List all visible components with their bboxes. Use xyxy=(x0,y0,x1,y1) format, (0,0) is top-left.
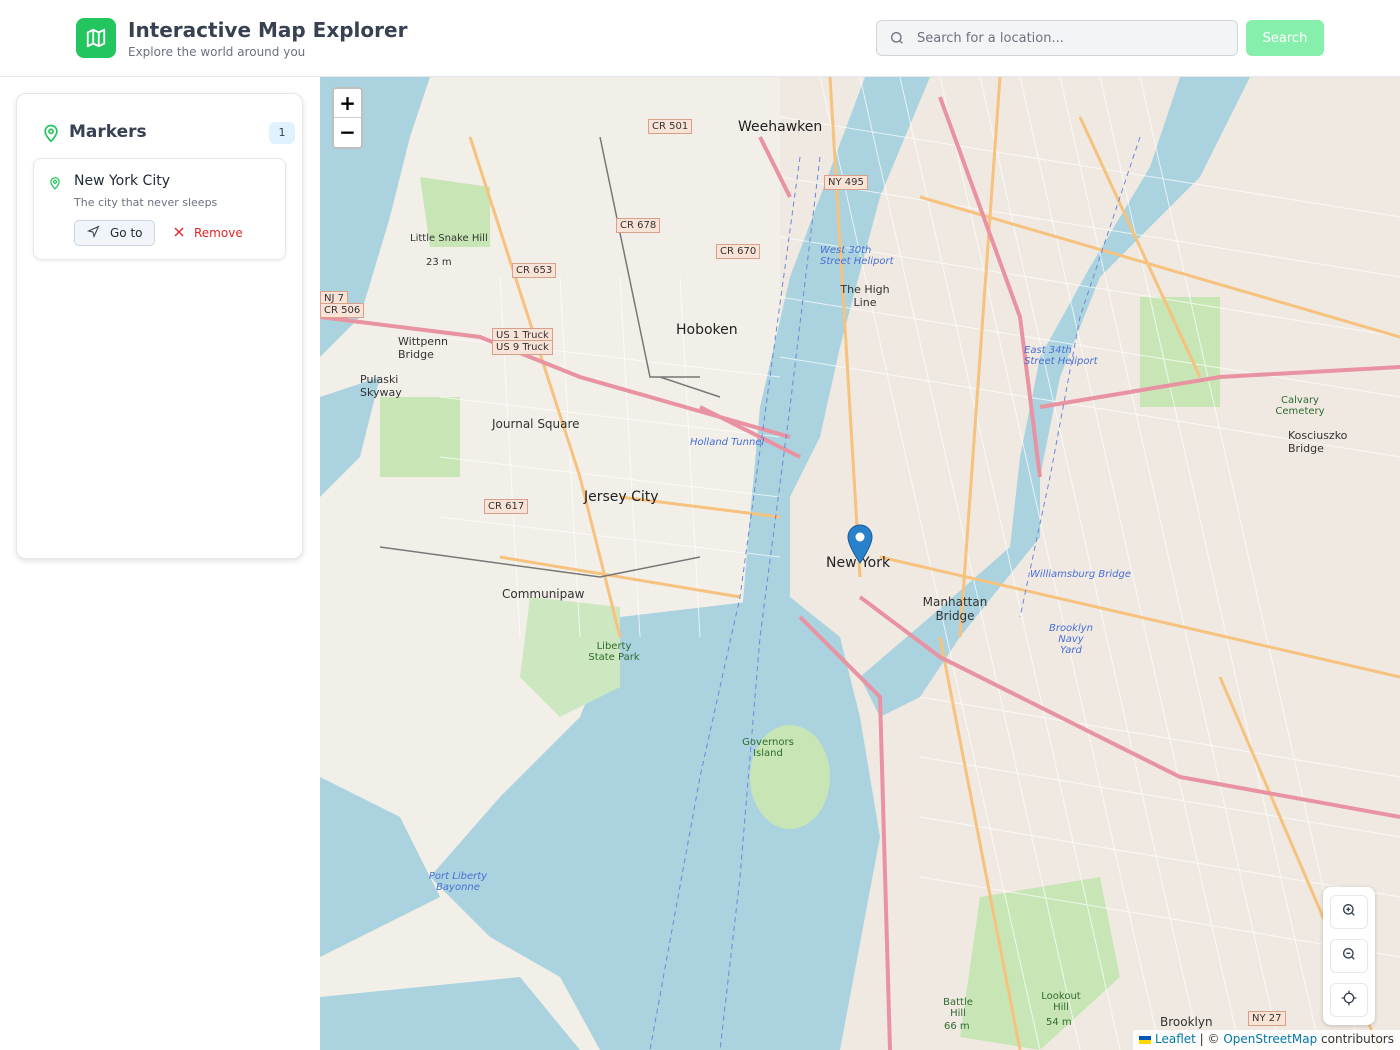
search-box xyxy=(876,20,1238,56)
marker-title: New York City xyxy=(74,173,170,189)
zoom-out-icon xyxy=(1341,946,1357,966)
search-button[interactable]: Search xyxy=(1246,20,1324,56)
map-label: Calvary Cemetery xyxy=(1275,395,1325,417)
map-label: Little Snake Hill xyxy=(410,233,488,244)
map-label: Lookout Hill xyxy=(1041,991,1081,1013)
map-pin-icon xyxy=(847,524,873,564)
route-shield: CR 617 xyxy=(484,499,529,514)
map-tools xyxy=(1323,887,1375,1025)
remove-label: Remove xyxy=(194,226,243,240)
route-shield: NY 495 xyxy=(824,175,868,190)
map-label: Liberty State Park xyxy=(588,641,640,663)
goto-button[interactable]: Go to xyxy=(74,220,155,246)
map-marker-pin[interactable] xyxy=(847,524,873,568)
markers-panel: Markers 1 New York City The city that ne… xyxy=(16,93,303,559)
map-label: Brooklyn xyxy=(1160,1015,1213,1029)
navigation-icon xyxy=(86,225,100,241)
route-shield: NY 27 xyxy=(1248,1011,1286,1026)
attribution-suffix: contributors xyxy=(1317,1032,1394,1046)
markers-title: Markers xyxy=(69,122,147,142)
map-pin-icon xyxy=(41,122,61,148)
map-label: Communipaw xyxy=(502,587,585,601)
zoom-in-tool-button[interactable] xyxy=(1330,895,1368,929)
map-label: Battle Hill xyxy=(943,997,973,1019)
markers-count-badge: 1 xyxy=(269,122,295,144)
map-label: 23 m xyxy=(426,257,452,268)
map-label: Kosciuszko Bridge xyxy=(1288,429,1348,455)
map-label: Weehawken xyxy=(738,119,823,135)
map-label: Williamsburg Bridge xyxy=(1030,569,1132,580)
app-subtitle: Explore the world around you xyxy=(128,45,306,59)
ukraine-flag-icon xyxy=(1139,1035,1152,1044)
map-label: West 30th Street Heliport xyxy=(820,245,894,267)
map-label: 54 m xyxy=(1046,1017,1072,1028)
map-icon xyxy=(76,18,116,58)
goto-label: Go to xyxy=(110,226,143,240)
sidebar: Markers 1 New York City The city that ne… xyxy=(0,77,320,1050)
map-label: Governors Island xyxy=(742,737,794,759)
map-label: Wittpenn Bridge xyxy=(398,335,449,361)
map-attribution: Leaflet | © OpenStreetMap contributors xyxy=(1133,1030,1400,1050)
map-label: 66 m xyxy=(944,1021,970,1032)
route-shield: CR 501 xyxy=(648,119,693,134)
route-shield: CR 678 xyxy=(616,218,661,233)
zoom-out-tool-button[interactable] xyxy=(1330,939,1368,973)
route-shield: US 9 Truck xyxy=(492,340,553,355)
route-shield: CR 670 xyxy=(716,244,761,259)
zoom-in-icon xyxy=(1341,902,1357,922)
app-header: Interactive Map Explorer Explore the wor… xyxy=(0,0,1400,77)
map-label: Journal Square xyxy=(492,417,580,431)
marker-description: The city that never sleeps xyxy=(74,196,218,209)
map-label: Manhattan Bridge xyxy=(922,595,988,623)
route-shield: CR 506 xyxy=(320,303,365,318)
marker-item[interactable]: New York City The city that never sleeps… xyxy=(33,158,286,260)
map-label: Pulaski Skyway xyxy=(360,373,402,399)
search-input[interactable] xyxy=(917,21,1232,55)
zoom-in-button[interactable]: + xyxy=(334,89,361,118)
map-label: Holland Tunnel xyxy=(690,437,765,448)
locate-button[interactable] xyxy=(1330,983,1368,1017)
crosshair-icon xyxy=(1341,990,1357,1010)
leaflet-link[interactable]: Leaflet xyxy=(1155,1032,1196,1046)
map-label: The High Line xyxy=(840,283,890,309)
search-icon xyxy=(889,30,905,50)
map-view[interactable]: + − Weehawken Hoboken Jersey City Journa… xyxy=(320,77,1400,1050)
attribution-separator: | © xyxy=(1195,1032,1224,1046)
app-title: Interactive Map Explorer xyxy=(128,18,408,42)
zoom-control: + − xyxy=(332,87,363,149)
map-label: Brooklyn Navy Yard xyxy=(1048,623,1094,656)
map-label: East 34th Street Heliport xyxy=(1024,345,1098,367)
close-icon xyxy=(174,226,184,240)
map-label: Port Liberty Bayonne xyxy=(428,871,488,893)
map-pin-icon xyxy=(48,175,62,195)
zoom-out-button[interactable]: − xyxy=(334,118,361,147)
map-label: Jersey City xyxy=(584,489,659,505)
osm-link[interactable]: OpenStreetMap xyxy=(1223,1032,1317,1046)
remove-button[interactable]: Remove xyxy=(174,220,243,246)
map-label: Hoboken xyxy=(676,322,738,338)
route-shield: CR 653 xyxy=(512,263,557,278)
